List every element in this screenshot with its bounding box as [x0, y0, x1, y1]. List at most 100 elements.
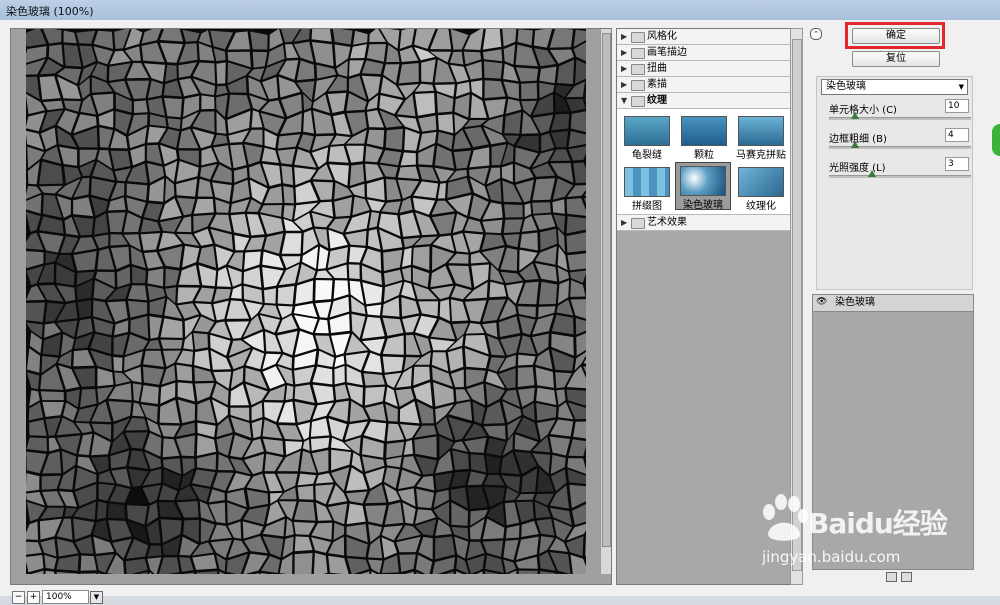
preview-panel: [10, 28, 612, 585]
glass-cell: [278, 286, 295, 305]
window-title: 染色玻璃 (100%): [6, 3, 94, 19]
glass-cell: [176, 365, 192, 381]
stained-glass-preview: [26, 29, 586, 574]
expand-triangle-icon[interactable]: ▶: [621, 215, 627, 230]
glass-cell: [41, 391, 64, 400]
glass-cell: [108, 504, 125, 519]
glass-cell: [295, 553, 313, 574]
slider-handle[interactable]: [851, 112, 859, 119]
glass-cell: [315, 280, 332, 300]
watermark-url: jingyan.baidu.com: [762, 548, 900, 566]
category-distort[interactable]: ▶ 扭曲: [617, 61, 792, 77]
title-bar: 染色玻璃 (100%): [0, 0, 1000, 21]
thumb-label: 马赛克拼贴: [734, 146, 788, 161]
category-label: 素描: [647, 77, 667, 92]
glass-cell: [160, 29, 183, 42]
reset-button[interactable]: 复位: [852, 51, 940, 67]
param-border-thickness: 边框粗细 (B) 4: [829, 130, 969, 158]
preview-vertical-scrollbar[interactable]: [600, 29, 611, 574]
expand-triangle-icon[interactable]: ▶: [621, 29, 627, 44]
folder-icon: [631, 218, 645, 229]
glass-cell: [143, 351, 164, 367]
expand-triangle-icon[interactable]: ▶: [621, 45, 627, 60]
glass-cell: [97, 501, 107, 519]
slider-handle[interactable]: [868, 170, 876, 177]
glass-cell: [201, 95, 214, 109]
zoom-in-button[interactable]: +: [27, 591, 40, 604]
glass-cell: [486, 456, 501, 473]
layer-name: 染色玻璃: [835, 295, 875, 311]
baidu-watermark: Baidu经验 jingyan.baidu.com: [748, 482, 958, 572]
slider-handle[interactable]: [851, 141, 859, 148]
glass-cell: [386, 129, 403, 150]
category-brush-strokes[interactable]: ▶ 画笔描边: [617, 45, 792, 61]
glass-cell: [518, 367, 535, 387]
thumbnail-image: [738, 116, 784, 146]
expand-triangle-icon[interactable]: ▶: [621, 61, 627, 76]
filter-select-value: 染色玻璃: [826, 80, 866, 94]
thumb-label: 纹理化: [734, 197, 788, 212]
filter-thumb-texturizer[interactable]: 纹理化: [734, 164, 788, 210]
thumbnail-image: [624, 116, 670, 146]
filter-select[interactable]: 染色玻璃 ▼: [821, 79, 968, 95]
glass-cell: [26, 303, 45, 323]
category-label: 纹理: [647, 93, 667, 108]
thumbnail-image: [624, 167, 670, 197]
glass-cell: [113, 357, 122, 371]
glass-cell: [518, 355, 536, 366]
cell-size-input[interactable]: 10: [945, 99, 969, 113]
glass-cell: [264, 288, 276, 303]
folder-icon: [631, 32, 645, 43]
category-texture[interactable]: ▼ 纹理: [617, 93, 792, 109]
filter-settings: 染色玻璃 ▼ 单元格大小 (C) 10 边框粗细 (B) 4 光照强度 (L) …: [816, 76, 973, 290]
glass-cell: [216, 63, 225, 84]
zoom-dropdown-icon[interactable]: ▼: [90, 591, 103, 604]
filter-thumb-grain[interactable]: 颗粒: [677, 113, 731, 159]
scrollbar-thumb[interactable]: [602, 33, 611, 547]
filter-thumb-craquelure[interactable]: 龟裂缝: [620, 113, 674, 159]
glass-cell: [349, 264, 360, 279]
texture-filter-thumbnails: 龟裂缝 颗粒 马赛克拼贴 拼缀图 染色玻璃 纹理化: [617, 109, 792, 215]
filter-thumb-patchwork[interactable]: 拼缀图: [620, 164, 674, 210]
thumb-label: 拼缀图: [620, 197, 674, 212]
border-thickness-input[interactable]: 4: [945, 128, 969, 142]
delete-effect-layer-icon[interactable]: [901, 572, 912, 582]
slider-track[interactable]: [829, 175, 971, 178]
category-stylize[interactable]: ▶ 风格化: [617, 29, 792, 45]
category-artistic[interactable]: ▶ 艺术效果: [617, 215, 792, 231]
side-badge-icon: [990, 122, 1000, 158]
glass-cell: [398, 167, 419, 180]
glass-cell: [298, 486, 314, 500]
glass-cell: [521, 83, 537, 99]
effect-layer[interactable]: 👁 染色玻璃: [813, 295, 973, 312]
highlight-box: [845, 22, 945, 49]
glass-cell: [484, 61, 502, 78]
glass-cell: [383, 357, 404, 373]
expand-triangle-icon[interactable]: ▶: [621, 77, 627, 92]
glass-cell: [483, 29, 501, 50]
category-label: 画笔描边: [647, 45, 687, 60]
glass-cell: [161, 318, 183, 338]
collapse-gallery-icon[interactable]: ⌃: [810, 28, 822, 40]
zoom-out-button[interactable]: −: [12, 591, 25, 604]
collapse-triangle-icon[interactable]: ▼: [621, 93, 627, 108]
light-intensity-input[interactable]: 3: [945, 157, 969, 171]
filter-thumb-stained-glass[interactable]: 染色玻璃: [675, 162, 731, 210]
thumbnail-image: [680, 166, 726, 196]
filter-thumb-mosaic-tiles[interactable]: 马赛克拼贴: [734, 113, 788, 159]
paw-logo-icon: [756, 490, 812, 546]
folder-icon: [631, 80, 645, 91]
category-sketch[interactable]: ▶ 素描: [617, 77, 792, 93]
glass-cell: [532, 202, 551, 213]
glass-cell: [567, 253, 586, 271]
glass-cell: [160, 340, 182, 349]
new-effect-layer-icon[interactable]: [886, 572, 897, 582]
glass-cell: [347, 504, 366, 524]
thumbnail-image: [738, 167, 784, 197]
eye-icon[interactable]: 👁: [816, 297, 826, 307]
glass-cell: [504, 219, 523, 233]
category-label: 艺术效果: [647, 215, 687, 230]
zoom-level-field[interactable]: 100%: [42, 590, 89, 604]
preview-image[interactable]: [26, 29, 586, 574]
glass-cell: [519, 571, 538, 574]
